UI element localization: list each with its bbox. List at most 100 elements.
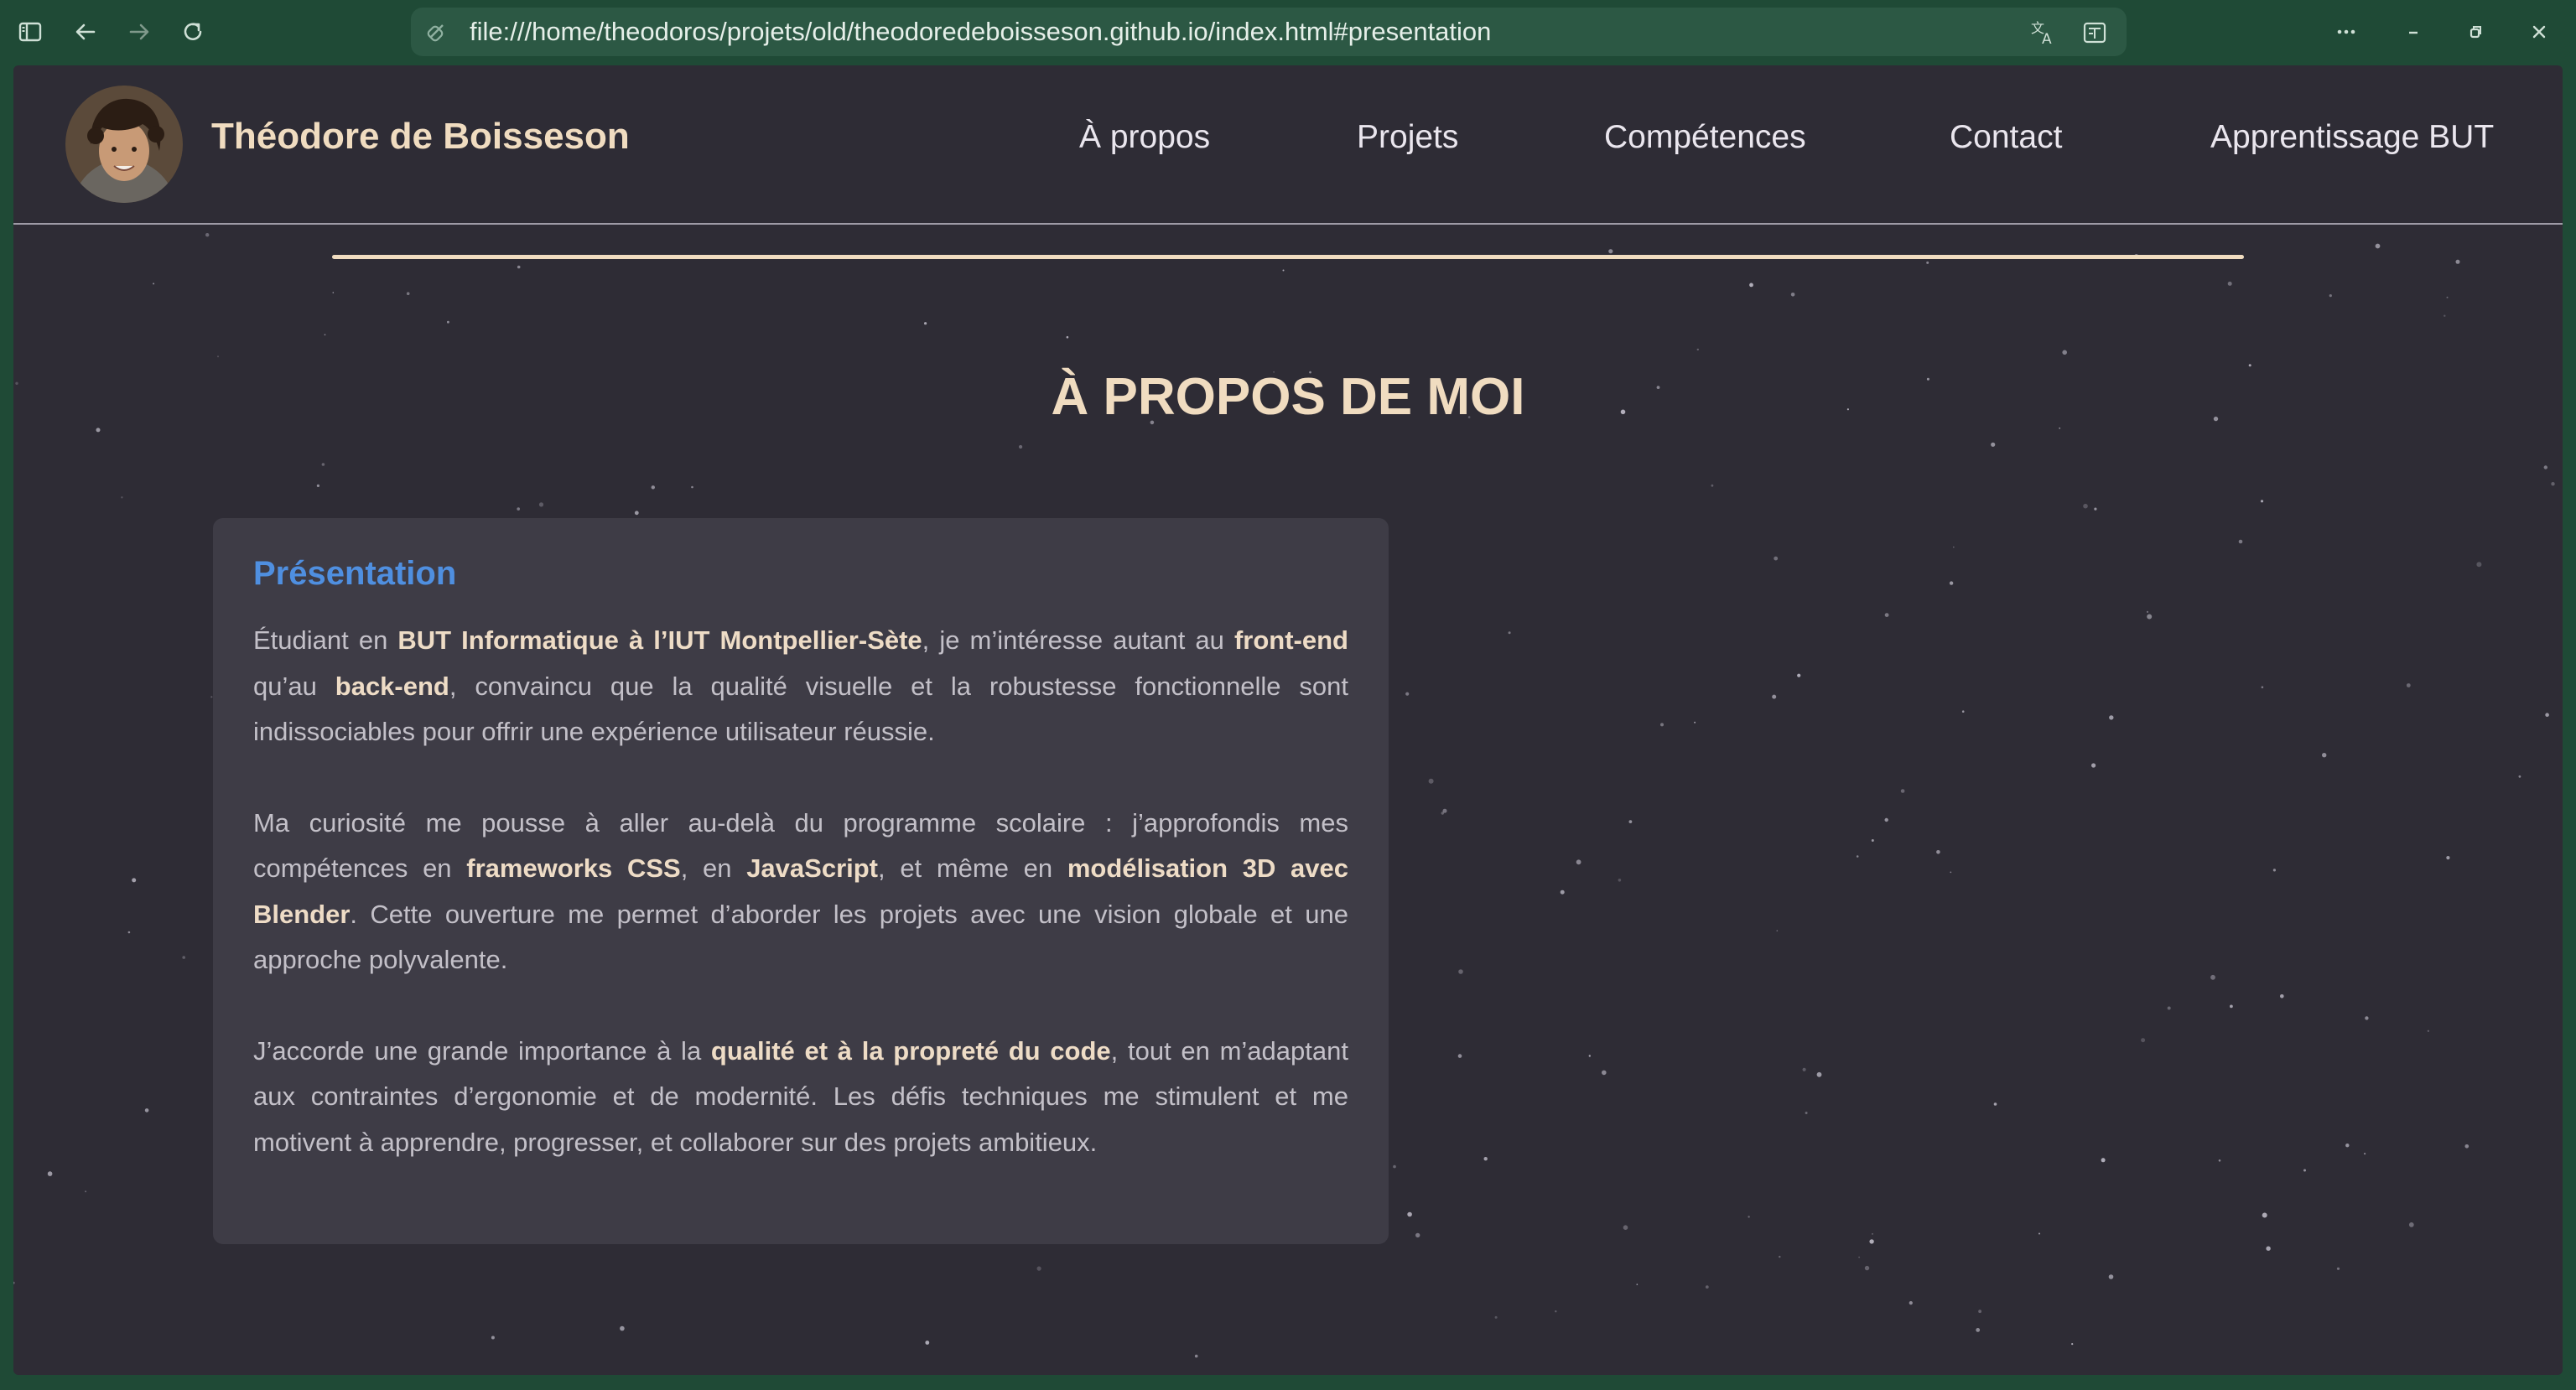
star	[1776, 930, 1779, 931]
star	[132, 878, 137, 883]
star	[1884, 613, 1889, 617]
star	[1019, 444, 1023, 449]
star	[1864, 1265, 1870, 1271]
star	[2408, 1222, 2414, 1227]
star	[1696, 348, 1700, 351]
star	[1711, 484, 1714, 487]
star	[1623, 1225, 1628, 1230]
reader-icon[interactable]	[2081, 19, 2108, 50]
paragraph-2: Ma curiosité me pousse à aller au-delà d…	[253, 801, 1348, 983]
star	[205, 233, 210, 237]
star	[1415, 1232, 1420, 1238]
star	[1856, 855, 1859, 858]
translate-icon[interactable]: 文A	[2029, 18, 2058, 51]
scroll-progress-divider	[332, 255, 2244, 259]
star	[2071, 1343, 2074, 1346]
star	[620, 1325, 625, 1331]
star	[1884, 817, 1888, 822]
star	[1457, 1054, 1462, 1058]
star	[1442, 808, 1447, 813]
minimize-icon[interactable]	[2397, 15, 2430, 49]
star	[2260, 500, 2264, 503]
back-icon[interactable]	[69, 15, 102, 49]
star	[1458, 969, 1463, 974]
nav-link-projets[interactable]: Projets	[1357, 119, 1458, 156]
star	[1694, 721, 1696, 724]
section-title: À PROPOS DE MOI	[1051, 368, 1525, 426]
star	[1993, 1102, 1997, 1106]
address-bar[interactable]: file:///home/theodoros/projets/old/theod…	[411, 8, 2127, 56]
star	[2303, 1169, 2306, 1172]
star	[2280, 994, 2284, 998]
star	[1393, 1164, 1396, 1169]
nav-link-competences[interactable]: Compétences	[1604, 119, 1806, 156]
star	[2446, 856, 2450, 860]
forward-icon[interactable]	[122, 15, 156, 49]
star	[517, 265, 521, 269]
body-text: . Cette ouverture me permet d’aborder le…	[253, 899, 1348, 975]
star	[121, 496, 123, 499]
star	[2227, 281, 2232, 286]
avatar[interactable]	[65, 86, 183, 203]
star	[2083, 503, 2088, 509]
star	[538, 502, 544, 507]
star	[2141, 1038, 2146, 1043]
reload-icon[interactable]	[176, 15, 210, 49]
sidebar-icon[interactable]	[13, 15, 47, 49]
star	[127, 931, 131, 934]
restore-icon[interactable]	[2459, 15, 2492, 49]
star	[2322, 753, 2327, 758]
star	[96, 428, 101, 433]
body-text: , en	[680, 853, 747, 883]
star	[2230, 1004, 2233, 1009]
star	[2345, 1144, 2350, 1148]
star	[2365, 1016, 2369, 1020]
star	[1779, 1255, 1781, 1258]
star	[1909, 1301, 1913, 1305]
site-name[interactable]: Théodore de Boisseson	[211, 116, 630, 158]
presentation-card: Présentation Étudiant en BUT Informatiqu…	[213, 518, 1389, 1244]
star	[924, 322, 927, 325]
star	[332, 292, 335, 293]
star	[2329, 294, 2332, 298]
star	[1405, 692, 1410, 696]
star	[2218, 1159, 2221, 1162]
star	[217, 355, 219, 358]
star	[321, 463, 325, 466]
emphasis-text: BUT Informatique à l’IUT Montpellier-Sèt…	[397, 625, 922, 655]
star	[1926, 261, 1929, 264]
star	[1858, 1256, 1861, 1258]
page-info-icon[interactable]	[426, 20, 449, 48]
star	[1991, 442, 1996, 447]
close-icon[interactable]	[2522, 15, 2556, 49]
emphasis-text: frameworks CSS	[466, 853, 681, 883]
browser-toolbar: file:///home/theodoros/projets/old/theod…	[0, 0, 2576, 65]
star	[2446, 296, 2449, 298]
star	[316, 484, 319, 487]
star	[634, 511, 639, 516]
star	[13, 1281, 15, 1284]
star	[1953, 546, 1955, 548]
nav-link-apprentissage-but[interactable]: Apprentissage BUT	[2210, 119, 2494, 156]
star	[2210, 974, 2215, 980]
star	[2266, 1246, 2271, 1251]
star	[1872, 1233, 1873, 1235]
star	[153, 283, 155, 285]
star	[1618, 879, 1622, 882]
body-text: J’accorde une grande importance à la	[253, 1035, 711, 1066]
star	[1805, 1112, 1808, 1114]
star	[2551, 482, 2555, 486]
star	[2146, 610, 2149, 614]
nav-link-contact[interactable]: Contact	[1950, 119, 2062, 156]
url-text[interactable]: file:///home/theodoros/projets/old/theod…	[470, 8, 1491, 56]
star	[2262, 1212, 2267, 1218]
menu-icon[interactable]	[2329, 15, 2363, 49]
star	[406, 292, 410, 296]
star	[1949, 581, 1954, 585]
star	[2375, 243, 2381, 249]
star	[1194, 1354, 1198, 1358]
body-text: , et même en	[878, 853, 1067, 883]
star	[1636, 1284, 1639, 1285]
nav-link-a-propos[interactable]: À propos	[1079, 119, 1210, 156]
star	[1797, 673, 1801, 677]
